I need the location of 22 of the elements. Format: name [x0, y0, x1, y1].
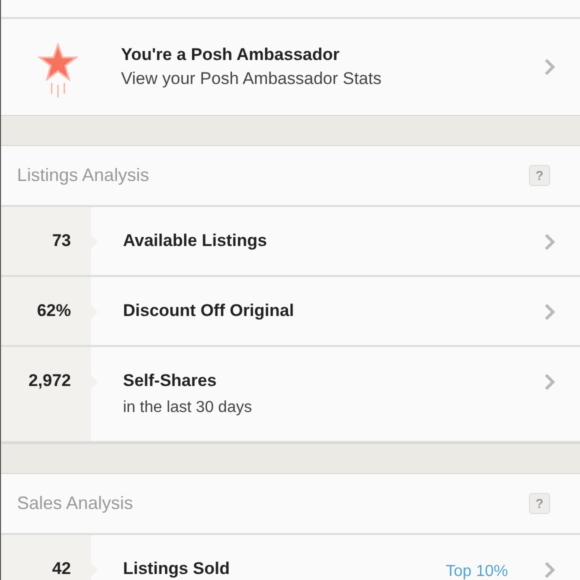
chevron-icon [544, 303, 556, 321]
stat-value: 2,972 [1, 347, 91, 441]
stat-label: Listings Sold [123, 559, 231, 579]
stat-sublabel: in the last 30 days [123, 399, 253, 417]
chevron-icon [544, 233, 556, 251]
stat-row[interactable]: 2,972 Self-Shares in the last 30 days [1, 347, 580, 443]
chevron-icon [544, 58, 556, 76]
stat-value: 73 [1, 207, 91, 275]
section-title: Sales Analysis [17, 493, 134, 514]
stat-value: 62% [1, 277, 91, 345]
stat-label: Available Listings [123, 231, 268, 251]
chevron-icon [544, 561, 556, 579]
stat-label: Discount Off Original [123, 301, 295, 321]
stat-value: 42 [1, 535, 91, 580]
section-title: Listings Analysis [17, 165, 150, 186]
stat-row[interactable]: 73 Available Listings [1, 207, 580, 277]
ambassador-subtitle: View your Posh Ambassador Stats [121, 69, 382, 89]
chevron-icon [544, 373, 556, 391]
stat-row[interactable]: 62% Discount Off Original [1, 277, 580, 347]
rank-label: Top 10% [446, 562, 508, 580]
ambassador-title: You're a Posh Ambassador [121, 45, 340, 65]
stat-label: Self-Shares [123, 371, 218, 391]
